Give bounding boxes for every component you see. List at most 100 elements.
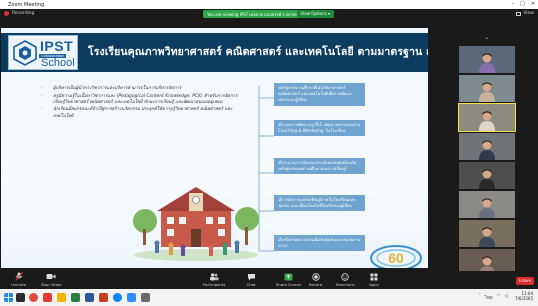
stop-video-label: Stop Video: [41, 282, 62, 287]
bullet-text: นักเรียนมีสมรรถนะที่จำเป็สู่การสร้างนวัต…: [53, 107, 233, 119]
participant-tile[interactable]: [459, 220, 515, 247]
bullet-text: ผู้บริหารเป็นผู้นำทางวิชาการและบริหารสาม…: [53, 86, 182, 91]
bullet-item: - นักเรียนมีสมรรถนะที่จำเป็สู่การสร้างนวั…: [41, 107, 233, 119]
participant-tile[interactable]: [459, 46, 515, 73]
participant-tile[interactable]: [459, 162, 515, 189]
stop-video-button[interactable]: Stop Video: [41, 272, 61, 287]
share-screen-icon: [284, 272, 294, 281]
gallery-scroll-up-icon[interactable]: ⌃: [482, 38, 492, 44]
participants-count: 30: [213, 273, 218, 277]
powerpoint-icon[interactable]: [99, 293, 108, 302]
zoom-window: Zoom Meeting – □ ✕ Recording You are vie…: [0, 0, 538, 306]
anniversary-60-badge-icon: 60: [370, 245, 422, 268]
participants-label: Participants: [203, 282, 226, 287]
chat-button[interactable]: Chat: [246, 272, 256, 287]
share-screen-button[interactable]: Share Screen: [276, 272, 301, 287]
record-dot-icon: [4, 11, 9, 16]
apps-button[interactable]: Apps: [369, 272, 379, 287]
reactions-label: Reactions: [336, 282, 355, 287]
svg-text:60: 60: [388, 250, 404, 266]
unmute-button[interactable]: Unmute: [11, 272, 26, 287]
unmute-label: Unmute: [11, 282, 27, 287]
feature-box: มีการจัดการแหล่งเรียนรู้ภายในโรงเรียนและ…: [274, 195, 365, 212]
title-bar: Zoom Meeting – □ ✕: [0, 0, 538, 9]
smiley-icon: [340, 272, 350, 281]
meeting-top-bar: Recording You are viewing IPST เพจบาย แบ…: [0, 9, 538, 20]
participant-tile[interactable]: [458, 103, 516, 132]
taskbar-clock[interactable]: 11:04 7/6/2565: [515, 291, 533, 301]
slide-bullet-list: - ผู้บริหารเป็นผู้นำทางวิชาการและบริหารสา…: [41, 86, 241, 121]
minimize-icon[interactable]: –: [512, 1, 515, 7]
wifi-icon[interactable]: ◠: [497, 294, 501, 301]
recording-label: Recording: [12, 11, 35, 16]
view-label: View: [523, 11, 534, 16]
gallery-scroll-down-icon[interactable]: ⌄: [482, 256, 492, 262]
participant-tile[interactable]: [459, 191, 515, 218]
chat-bubble-icon: [246, 272, 256, 281]
participant-video-icon: [479, 227, 495, 247]
app-title: Zoom Meeting: [8, 1, 45, 8]
feature-box: หลักสูตรสถานศึกษาที่เน้นวิทยาศาสตร์ คณิต…: [274, 83, 365, 106]
feature-box: มีเครือข่ายความร่วมมือกับชุมชนและหน่วยงา…: [274, 235, 365, 252]
grid-view-icon: [516, 11, 522, 16]
participants-button[interactable]: 30 Participants: [203, 272, 225, 287]
record-label: Record: [309, 282, 323, 287]
language-indicator[interactable]: ไทย: [485, 294, 493, 301]
apps-label: Apps: [369, 282, 379, 287]
apps-grid-icon: [369, 272, 379, 281]
app-red-icon[interactable]: [43, 293, 52, 302]
school-illustration: [133, 187, 259, 261]
share-screen-label: Share Screen: [276, 282, 302, 287]
participant-video-icon: [479, 169, 495, 189]
participant-tile[interactable]: [459, 133, 515, 160]
feature-box: มีกระบวนการจัดและประเมินผลสอดคล้องกับหลั…: [274, 158, 365, 175]
reactions-button[interactable]: Reactions: [336, 272, 354, 287]
recording-indicator[interactable]: Recording: [4, 11, 35, 16]
participant-video-icon: [479, 198, 495, 218]
logo-school-text: School: [41, 57, 75, 69]
clock-date: 7/6/2565: [515, 296, 533, 301]
logo-ipst-text: IPST: [40, 38, 74, 54]
window-controls: – □ ✕: [512, 1, 535, 7]
microphone-muted-icon: [14, 272, 24, 281]
slide-title: โรงเรียนคุณภาพวิทยาศาสตร์ คณิตศาสตร์ และ…: [88, 46, 428, 58]
bullet-item: - ผู้บริหารเป็นผู้นำทางวิชาการและบริหารสา…: [41, 86, 182, 91]
system-tray: ˄ ไทย ◠ ◁: [478, 294, 508, 301]
leave-button[interactable]: Leave: [516, 277, 534, 285]
video-camera-icon: [46, 272, 56, 281]
share-banner-text: You are viewing IPST เพจบาย แบบสรรค์ s s…: [207, 11, 300, 17]
participant-video-icon: [479, 53, 495, 73]
record-button[interactable]: Record: [309, 272, 322, 287]
participant-video-icon: [479, 140, 495, 160]
maximize-icon[interactable]: □: [520, 1, 525, 7]
bullet-text: ครูมีความรู้ในเนื้อหาวิชาการและ (Pedagog…: [53, 93, 238, 105]
app-gray-icon[interactable]: [141, 293, 150, 302]
word-icon[interactable]: [85, 293, 94, 302]
windows-taskbar: ˄ ไทย ◠ ◁ 11:04 7/6/2565: [0, 289, 538, 306]
search-icon[interactable]: [16, 293, 25, 302]
screen-share-banner: You are viewing IPST เพจบาย แบบสรรค์ s s…: [203, 10, 334, 18]
bullet-item: - ครูมีความรู้ในเนื้อหาวิชาการและ (Pedago…: [41, 93, 238, 105]
chrome-icon[interactable]: [29, 293, 38, 302]
close-icon[interactable]: ✕: [531, 1, 535, 7]
excel-icon[interactable]: [71, 293, 80, 302]
shared-slide: IPST Collaboration School โรงเรียนคุณภาพ…: [1, 28, 428, 268]
ipst-logo: IPST Collaboration School: [8, 35, 78, 70]
edge-icon[interactable]: [113, 293, 122, 302]
view-options-button[interactable]: View Options ▾: [296, 10, 334, 18]
file-explorer-icon[interactable]: [57, 293, 66, 302]
record-icon: [311, 272, 321, 281]
windows-start-icon[interactable]: [4, 293, 13, 302]
participant-tile[interactable]: [459, 75, 515, 102]
speaker-icon[interactable]: ◁: [505, 294, 508, 301]
zoom-taskbar-icon[interactable]: [127, 293, 136, 302]
view-button[interactable]: View: [516, 11, 534, 16]
participant-video-icon: [479, 82, 495, 102]
meeting-toolbar: Unmute Stop Video 30 Participants Chat S…: [0, 271, 538, 289]
ipst-logo-mark-icon: [13, 40, 37, 66]
chevron-up-icon[interactable]: ˄: [478, 294, 480, 301]
feature-box: มีระบบการพัฒนาครู PLC พัฒนาสมรรถนะผ่าน C…: [274, 120, 365, 137]
participant-video-icon: [479, 111, 495, 131]
slide-header: IPST Collaboration School โรงเรียนคุณภาพ…: [1, 33, 428, 72]
chat-label: Chat: [246, 282, 256, 287]
